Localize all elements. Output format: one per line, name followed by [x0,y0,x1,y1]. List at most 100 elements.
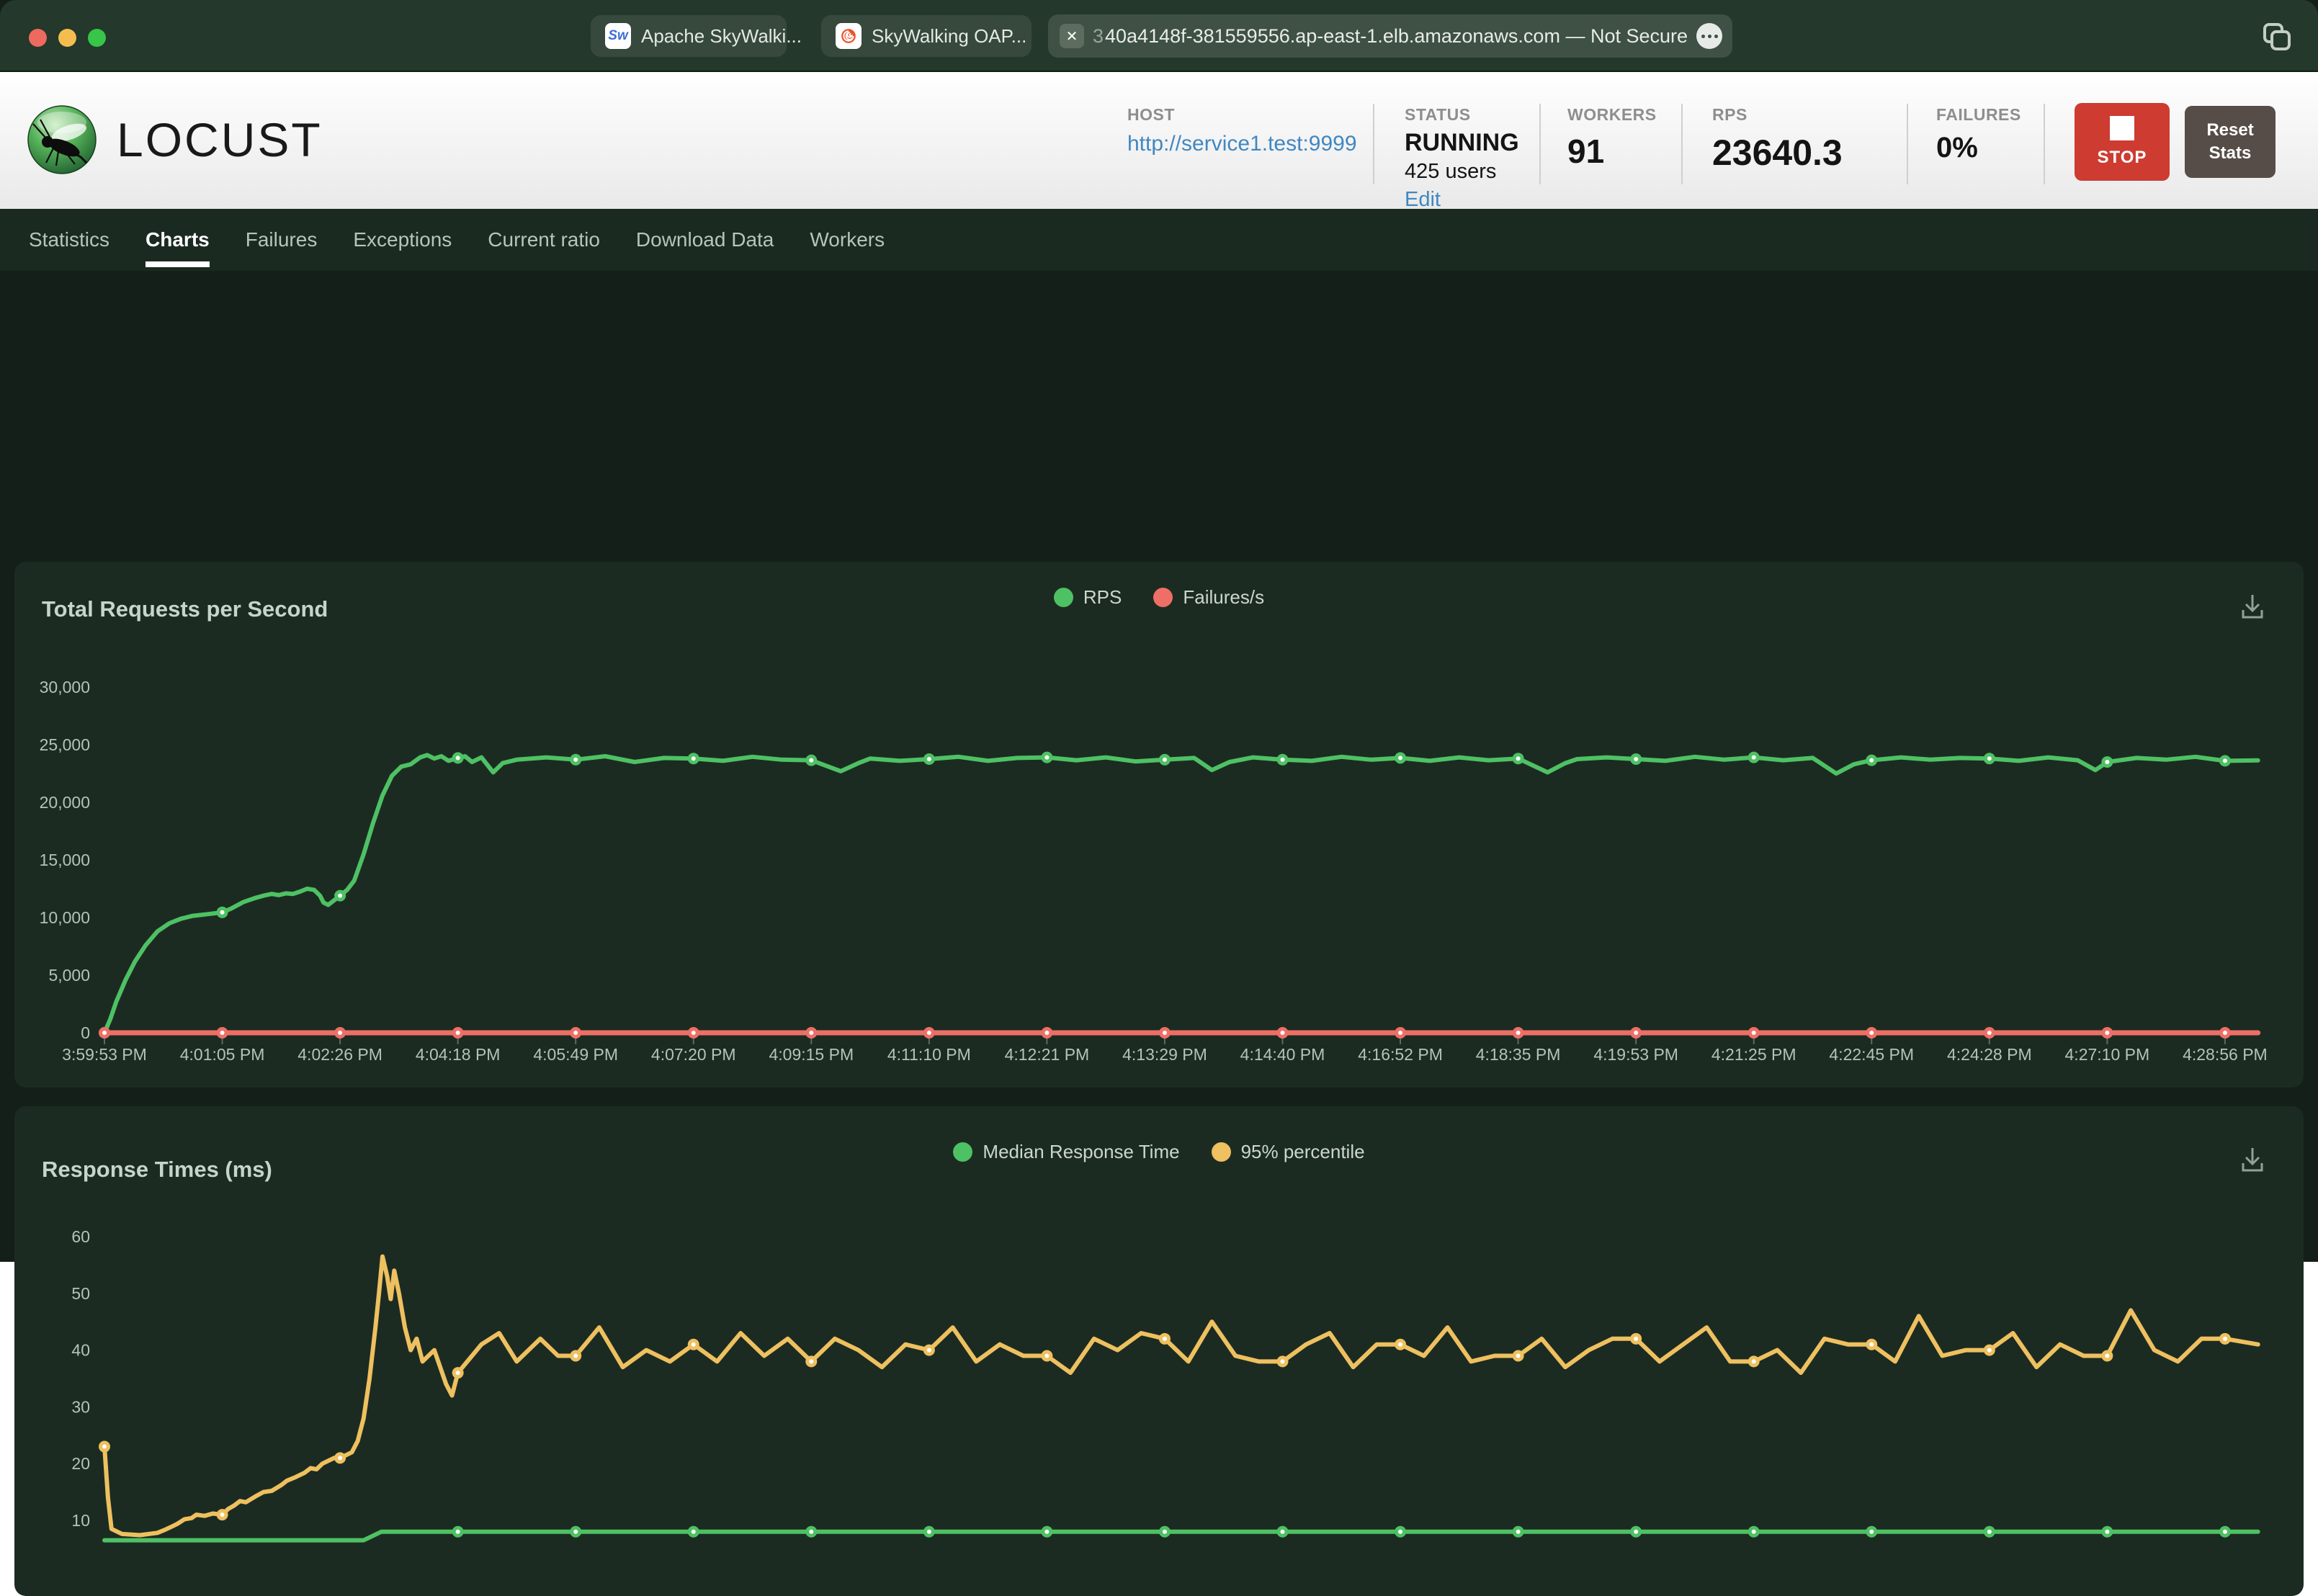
chart-legend: RPS Failures/s [14,586,2304,609]
divider [2044,104,2045,184]
rps-chart: 0 5,000 10,000 15,000 20,000 25,000 30,000 3:59… [40,678,2268,1064]
svg-text:40: 40 [71,1341,90,1360]
legend-item-failures-s[interactable]: Failures/s [1153,586,1264,609]
locust-header: LOCUST HOST http://service1.test:9999 ST… [0,72,2318,212]
workers-block: WORKERS 91 [1567,105,1657,171]
svg-text:4:19:53 PM: 4:19:53 PM [1593,1045,1678,1064]
svg-text:50: 50 [71,1284,90,1303]
svg-text:4:27:10 PM: 4:27:10 PM [2065,1045,2150,1064]
host-link[interactable]: http://service1.test:9999 [1127,132,1357,156]
legend-label: Median Response Time [983,1141,1180,1162]
svg-text:4:12:21 PM: 4:12:21 PM [1005,1045,1090,1064]
legend-dot-icon [1053,588,1073,607]
svg-text:5,000: 5,000 [48,966,90,985]
legend-label: Failures/s [1183,586,1265,608]
stop-button[interactable]: STOP [2075,103,2170,181]
stop-button-label: STOP [2097,148,2147,167]
svg-text:30,000: 30,000 [40,678,90,696]
divider [1907,104,1908,184]
svg-text:3:59:53 PM: 3:59:53 PM [62,1045,147,1064]
svg-text:4:21:25 PM: 4:21:25 PM [1711,1045,1796,1064]
host-label: HOST [1127,105,1175,124]
browser-tab-skywalking[interactable]: Sw Apache SkyWalki... [591,15,802,57]
svg-text:25,000: 25,000 [40,735,90,754]
download-chart-icon[interactable] [2236,591,2269,624]
legend-label: RPS [1083,586,1122,608]
nav-tab-failures[interactable]: Failures [246,209,318,271]
svg-text:4:16:52 PM: 4:16:52 PM [1358,1045,1443,1064]
svg-text:4:22:45 PM: 4:22:45 PM [1829,1045,1914,1064]
nav-tab-exceptions[interactable]: Exceptions [353,209,452,271]
nav-tab-charts[interactable]: Charts [146,209,210,271]
more-options-icon[interactable] [1696,23,1722,49]
svg-text:4:04:18 PM: 4:04:18 PM [416,1045,501,1064]
locust-logo-icon [27,105,97,174]
legend-item-95-percentile[interactable]: 95% percentile [1211,1141,1365,1163]
svg-text:4:01:05 PM: 4:01:05 PM [180,1045,265,1064]
svg-text:10: 10 [71,1511,90,1530]
legend-dot-icon [1211,1142,1231,1162]
app-title: LOCUST [117,113,323,166]
status-block: STATUS RUNNING 425 users Edit [1405,105,1519,212]
url-dim-prefix: 3 [1092,24,1104,47]
response-times-chart-panel: 10 20 30 40 50 60 Response Times (ms) Median … [14,1106,2304,1596]
svg-text:10,000: 10,000 [40,908,90,927]
svg-text:4:02:26 PM: 4:02:26 PM [297,1045,382,1064]
address-bar[interactable]: ✕ 340a4148f-381559556.ap-east-1.elb.amaz… [1048,14,1732,58]
svg-text:4:13:29 PM: 4:13:29 PM [1122,1045,1207,1064]
rps-block: RPS 23640.3 [1712,105,1843,174]
legend-label: 95% percentile [1240,1141,1365,1162]
svg-text:60: 60 [71,1227,90,1246]
nav-tab-workers[interactable]: Workers [810,209,885,271]
url-text: 40a4148f-381559556.ap-east-1.elb.amazona… [1105,24,1560,47]
svg-text:0: 0 [81,1023,90,1042]
rps-label: RPS [1712,105,1748,124]
browser-chrome: Sw Apache SkyWalki... SkyWalking OAP... … [0,0,2318,72]
legend-item-rps[interactable]: RPS [1053,586,1122,609]
svg-text:4:05:49 PM: 4:05:49 PM [533,1045,618,1064]
failures-value: 0% [1936,132,1978,163]
host-block: HOST http://service1.test:9999 [1127,105,1357,156]
nav-tab-statistics[interactable]: Statistics [29,209,109,271]
skywalking-logo-icon: Sw [605,23,631,49]
download-chart-icon[interactable] [2236,1144,2269,1177]
minimize-window-button[interactable] [58,29,76,47]
svg-text:4:18:35 PM: 4:18:35 PM [1476,1045,1561,1064]
svg-text:20: 20 [71,1454,90,1473]
locust-logo: LOCUST [26,104,323,176]
reset-stats-button[interactable]: Reset Stats [2185,106,2276,178]
grafana-logo-icon [836,23,862,49]
window-controls [29,29,106,47]
workers-label: WORKERS [1567,105,1657,124]
browser-tab-label: SkyWalking OAP... [872,24,1027,47]
failures-block: FAILURES 0% [1936,105,2021,164]
nav-tabs: Statistics Charts Failures Exceptions Curren… [0,209,2318,271]
svg-text:15,000: 15,000 [40,851,90,869]
divider [1373,104,1374,184]
nav-tab-download-data[interactable]: Download Data [636,209,774,271]
copy-tabs-icon[interactable] [2257,19,2295,56]
svg-text:20,000: 20,000 [40,793,90,812]
chart-legend: Median Response Time 95% percentile [14,1141,2304,1163]
status-users: 425 users [1405,160,1497,183]
svg-text:4:09:15 PM: 4:09:15 PM [769,1045,854,1064]
svg-text:4:24:28 PM: 4:24:28 PM [1947,1045,2032,1064]
locust-charts-screen: { "browser": { "tabs": [ { "label": "Apa… [0,0,2318,1596]
close-window-button[interactable] [29,29,47,47]
status-value: RUNNING [1405,129,1519,156]
stop-icon [2110,116,2134,140]
rps-value: 23640.3 [1712,133,1843,173]
svg-text:4:28:56 PM: 4:28:56 PM [2183,1045,2268,1064]
legend-item-median-response-time[interactable]: Median Response Time [953,1141,1180,1163]
rps-chart-panel: 0 5,000 10,000 15,000 20,000 25,000 30,000 3:59… [14,562,2304,1088]
url-security-suffix: — Not Secure [1559,24,1688,47]
status-label: STATUS [1405,105,1471,124]
svg-text:30: 30 [71,1397,90,1416]
legend-dot-icon [1153,588,1173,607]
zoom-window-button[interactable] [88,29,106,47]
stop-loading-icon[interactable]: ✕ [1060,24,1084,48]
nav-tab-current-ratio[interactable]: Current ratio [488,209,600,271]
divider [1539,104,1541,184]
workers-value: 91 [1567,133,1605,170]
browser-tab-skywalking-oap[interactable]: SkyWalking OAP... [821,15,1032,57]
